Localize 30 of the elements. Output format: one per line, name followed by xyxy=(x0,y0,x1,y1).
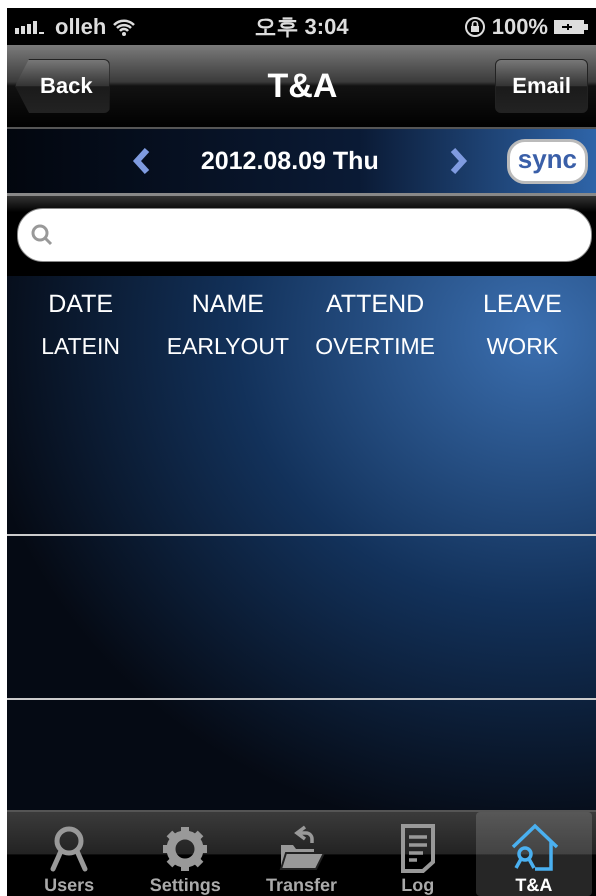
tab[interactable]: Users xyxy=(11,812,128,896)
tab[interactable]: Log xyxy=(360,812,476,896)
column-header: NAME xyxy=(190,290,265,319)
column-header: EARLYOUT xyxy=(166,333,290,360)
column-header: OVERTIME xyxy=(314,333,436,360)
search-icon xyxy=(30,223,54,247)
document-icon xyxy=(400,823,436,873)
back-button[interactable]: Back xyxy=(15,59,110,113)
sync-button[interactable]: sync xyxy=(506,138,588,184)
tab[interactable]: Transfer xyxy=(243,812,360,896)
tab[interactable]: Settings xyxy=(127,812,244,896)
person-icon xyxy=(49,825,90,873)
date-label: 2012.08.09 Thu xyxy=(200,146,379,176)
column-header: ATTEND xyxy=(325,290,426,319)
email-button[interactable]: Email xyxy=(495,59,588,113)
folder-icon xyxy=(276,823,326,873)
screen-title: T&A xyxy=(266,66,338,106)
tab[interactable]: T&A xyxy=(476,812,592,896)
wifi-icon xyxy=(112,18,136,36)
column-header: WORK xyxy=(486,333,560,360)
gear-icon xyxy=(161,825,210,873)
column-header: LATEIN xyxy=(40,333,122,360)
rotation-lock-icon xyxy=(464,16,486,38)
column-header: LEAVE xyxy=(482,290,563,319)
carrier-name: olleh xyxy=(55,14,106,40)
status-time: 오후 3:04 xyxy=(254,12,349,40)
search-field[interactable] xyxy=(17,208,592,262)
battery-icon xyxy=(554,18,588,34)
battery-percent: 100% xyxy=(492,14,548,40)
column-header: DATE xyxy=(47,290,114,319)
